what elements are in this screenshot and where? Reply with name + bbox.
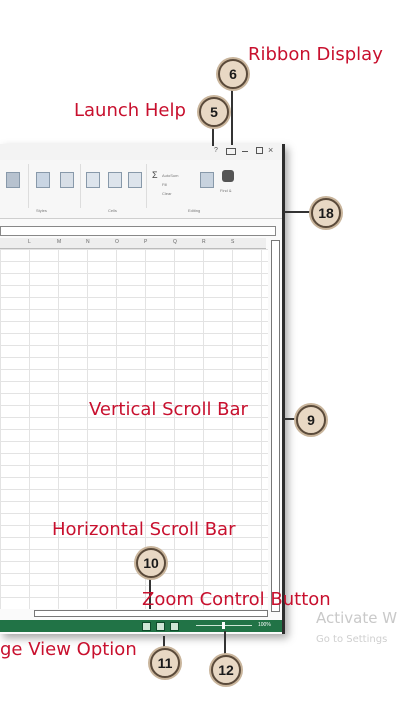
find-select-label: Find & [220,188,232,193]
insert-icon[interactable] [86,172,100,188]
leader-line [284,211,310,213]
callout-badge-10: 10 [136,548,166,578]
callout-badge-18: 18 [311,198,341,228]
normal-view-button[interactable] [142,622,151,631]
sort-filter-icon[interactable] [200,172,214,188]
callout-badge-9: 9 [296,405,326,435]
leader-line [231,85,233,145]
cell-styles-icon[interactable] [36,172,50,188]
clear-label: Clear [162,191,172,196]
editing-group-label: Editing [188,208,201,213]
callout-badge-5: 5 [199,97,229,127]
column-header[interactable]: L [28,239,31,245]
close-icon[interactable]: × [268,145,273,155]
formula-bar[interactable] [0,226,276,236]
column-header[interactable]: R [202,239,206,245]
format-icon[interactable] [6,172,20,188]
column-header[interactable]: N [86,239,90,245]
activate-windows-watermark: Activate W [316,609,398,627]
column-header[interactable]: O [115,239,119,245]
ribbon-display-label: Ribbon Display [248,44,383,65]
column-header[interactable]: Q [173,239,177,245]
callout-badge-6: 6 [218,59,248,89]
divider [80,164,81,208]
zoom-control-button-label: Zoom Control Button [142,589,331,610]
page-view-option-label: ge View Option [0,639,137,660]
maximize-icon[interactable] [256,147,263,154]
ribbon: Styles Cells Σ AutoSum Fill Clear Find &… [0,160,282,219]
divider [28,164,29,208]
worksheet-grid[interactable] [0,249,268,609]
title-bar: ? × [0,144,282,161]
page-break-view-button[interactable] [170,622,179,631]
callout-badge-12: 12 [211,655,241,685]
column-header[interactable]: M [57,239,61,245]
leader-line [284,418,296,420]
minimize-icon[interactable] [242,151,248,152]
delete-icon[interactable] [108,172,122,188]
leader-line [212,124,214,146]
zoom-percent[interactable]: 100% [258,622,271,628]
horizontal-scroll-bar[interactable] [34,610,268,617]
horizontal-scroll-bar-label: Horizontal Scroll Bar [52,519,236,540]
go-to-settings-watermark: Go to Settings [316,634,388,645]
leader-line [224,631,226,657]
cell-style-icon[interactable] [60,172,74,188]
vertical-scroll-bar[interactable] [271,240,280,612]
cells-group-label: Cells [108,208,117,213]
fill-label: Fill [162,182,168,187]
zoom-slider-thumb[interactable] [222,622,225,629]
callout-badge-11: 11 [150,648,180,678]
column-header[interactable]: S [231,239,234,245]
status-bar: 100% [0,620,282,632]
column-header[interactable]: P [144,239,147,245]
vertical-scroll-bar-label: Vertical Scroll Bar [89,399,248,420]
column-header-row: L M N O P Q R S [0,238,266,249]
find-binoculars-icon[interactable] [222,170,234,182]
page-layout-view-button[interactable] [156,622,165,631]
sum-icon[interactable]: Σ [152,170,158,180]
styles-group-label: Styles [36,208,47,213]
autosum-label: AutoSum [162,173,179,178]
ribbon-display-icon[interactable] [226,148,236,155]
help-question-icon[interactable]: ? [214,147,218,154]
format-cells-icon[interactable] [128,172,142,188]
divider [146,164,147,208]
launch-help-label: Launch Help [74,100,186,121]
